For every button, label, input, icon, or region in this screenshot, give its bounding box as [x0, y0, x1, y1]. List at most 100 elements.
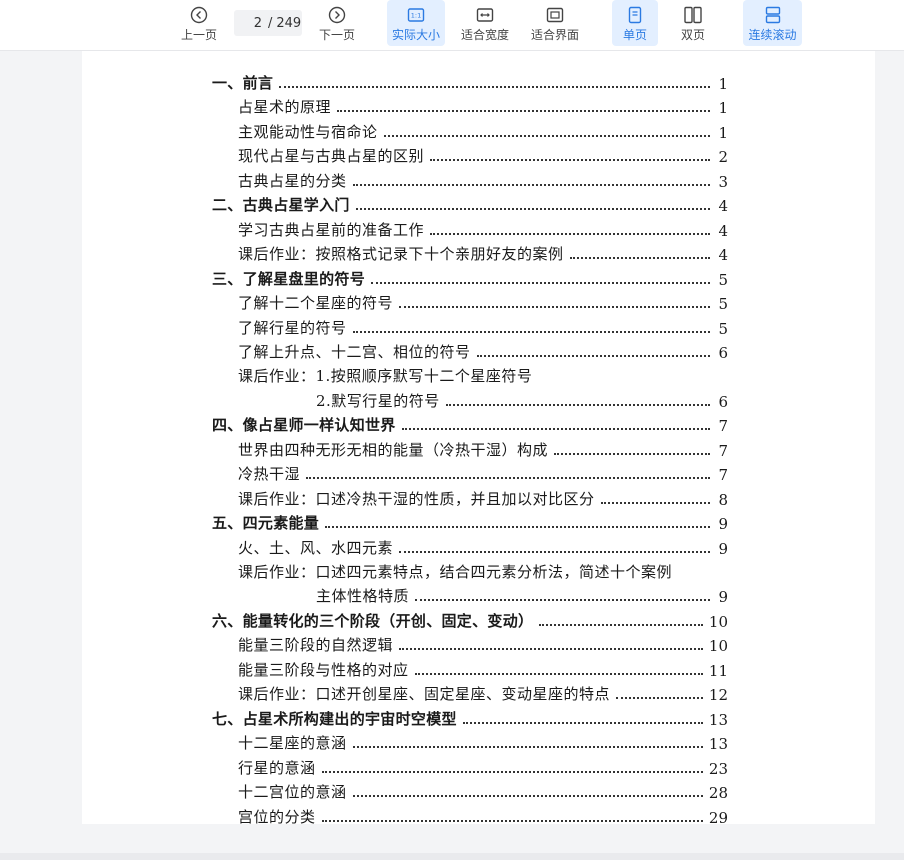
page-separator: /: [268, 15, 273, 31]
fit-width-label: 适合宽度: [460, 27, 509, 42]
toc-entry[interactable]: 能量三阶段与性格的对应 11: [238, 656, 728, 680]
toc-entry-page: 5: [718, 270, 728, 289]
toc-entry[interactable]: 一、前言 1: [212, 69, 728, 93]
toc-entry[interactable]: 世界由四种无形无相的能量（冷热干湿）构成 7: [238, 436, 728, 460]
toc-leader-dots: [399, 550, 710, 553]
toc-entry[interactable]: 占星术的原理 1: [238, 93, 728, 117]
toc-entry[interactable]: 五、四元素能量 9: [212, 509, 728, 533]
toc-entry[interactable]: 课后作业：口述四元素特点，结合四元素分析法，简述十个案例: [238, 558, 728, 582]
toc-entry-page: 13: [708, 710, 728, 729]
double-page-label: 双页: [680, 27, 705, 42]
toc-entry[interactable]: 课后作业：1.按照顺序默写十二个星座符号: [238, 362, 728, 386]
toc-entry-page: 10: [708, 612, 728, 631]
prev-page-label: 上一页: [180, 27, 217, 42]
toc-entry-title: 课后作业：口述四元素特点，结合四元素分析法，简述十个案例: [238, 563, 673, 581]
toc-entry[interactable]: 学习古典占星前的准备工作 4: [238, 216, 728, 240]
toc-entry[interactable]: 古典占星的分类 3: [238, 167, 728, 191]
toc-leader-dots: [600, 501, 710, 504]
toc-entry[interactable]: 十二星座的意涵 13: [238, 729, 728, 753]
next-page-label: 下一页: [318, 27, 355, 42]
next-page-button[interactable]: 下一页: [314, 0, 360, 46]
toc-entry-page: 7: [718, 417, 728, 436]
toc-entry[interactable]: 课后作业：口述冷热干湿的性质，并且加以对比区分 8: [238, 485, 728, 509]
toc-entry-title: 主观能动性与宿命论: [238, 122, 378, 141]
toc-entry-title: 七、占星术所构建出的宇宙时空模型: [212, 709, 457, 728]
toc-entry-page: 23: [708, 759, 728, 778]
toc-entry-title: 火、土、风、水四元素: [238, 538, 394, 557]
continuous-scroll-button[interactable]: 连续滚动: [743, 0, 802, 46]
toc-entry-page: 3: [718, 172, 728, 191]
toc-entry-page: 7: [718, 466, 728, 485]
toc-entry[interactable]: 二、古典占星学入门 4: [212, 191, 728, 215]
toc-entry-title: 宫位的分类: [238, 807, 316, 825]
toc-entry[interactable]: 六、能量转化的三个阶段（开创、固定、变动） 10: [212, 607, 728, 631]
toc-entry-title: 行星的意涵: [238, 758, 316, 777]
toc-entry[interactable]: 能量三阶段的自然逻辑 10: [238, 631, 728, 655]
toc-entry[interactable]: 了解行星的符号 5: [238, 314, 728, 338]
actual-size-button[interactable]: 1:1 实际大小: [387, 0, 445, 46]
actual-size-icon: 1:1: [407, 7, 425, 22]
toc-entry-title: 三、了解星盘里的符号: [212, 269, 366, 288]
toc-entry-page: 5: [718, 319, 728, 338]
toc-leader-dots: [352, 795, 703, 798]
toc-entry-title: 古典占星的分类: [238, 171, 347, 190]
toc-entry[interactable]: 了解上升点、十二宫、相位的符号 6: [238, 338, 728, 362]
toc-leader-dots: [401, 428, 710, 431]
toc-leader-dots: [462, 721, 703, 724]
toc-entry-page: 6: [718, 392, 728, 411]
toc-leader-dots: [325, 526, 710, 529]
single-page-label: 单页: [622, 27, 647, 42]
toc-entry-title: 十二宫位的意涵: [238, 783, 347, 802]
chevron-left-circle-icon: [190, 6, 208, 23]
toc-entry[interactable]: 现代占星与古典占星的区别 2: [238, 142, 728, 166]
toc-entry-title: 冷热干湿: [238, 465, 301, 484]
toc-entry-title: 二、古典占星学入门: [212, 196, 350, 215]
toc-entry[interactable]: 了解十二个星座的符号 5: [238, 289, 728, 313]
toc-entry-title: 能量三阶段与性格的对应: [238, 660, 409, 679]
toc-entry[interactable]: 四、像占星师一样认知世界 7: [212, 411, 728, 435]
toc-entry[interactable]: 宫位的分类 29: [238, 803, 728, 825]
toc-leader-dots: [337, 110, 710, 113]
toc-entry[interactable]: 冷热干湿 7: [238, 460, 728, 484]
toc-leader-dots: [430, 232, 710, 235]
toc-entry[interactable]: 课后作业：按照格式记录下十个亲朋好友的案例 4: [238, 240, 728, 264]
toc-leader-dots: [321, 819, 703, 822]
toc-leader-dots: [445, 403, 710, 406]
toc-entry-title: 主体性格特质: [316, 587, 410, 606]
toc-entry[interactable]: 课后作业：口述开创星座、固定星座、变动星座的特点 12: [238, 680, 728, 704]
page-current-input[interactable]: 2: [234, 16, 268, 31]
toc-entry-page: 9: [718, 588, 728, 607]
toc-entry-page: 1: [718, 99, 728, 118]
toc-entry-title: 六、能量转化的三个阶段（开创、固定、变动）: [212, 611, 534, 630]
fit-page-button[interactable]: 适合界面: [526, 0, 584, 46]
toc-entry-title: 课后作业：口述冷热干湿的性质，并且加以对比区分: [238, 489, 595, 508]
toc-entry-title: 2.默写行星的符号: [316, 391, 440, 410]
toc-leader-dots: [352, 183, 710, 186]
toc-entry-title: 课后作业：口述开创星座、固定星座、变动星座的特点: [238, 685, 611, 704]
toc-entry-title: 能量三阶段的自然逻辑: [238, 636, 394, 655]
toc-entry-page: 4: [718, 197, 728, 216]
toc-entry[interactable]: 主体性格特质 9: [316, 582, 728, 606]
fit-width-button[interactable]: 适合宽度: [456, 0, 514, 46]
toc-leader-dots: [306, 477, 710, 480]
fit-page-icon: [546, 7, 564, 22]
horizontal-scrollbar[interactable]: [0, 853, 904, 860]
document-page: 一、前言 1 占星术的原理 1 主观能动性与宿命论 1 现代占星与古典占星的区别 2 古典占星的…: [82, 51, 875, 824]
toc-entry[interactable]: 2.默写行星的符号 6: [316, 387, 728, 411]
single-page-button[interactable]: 单页: [612, 0, 658, 46]
toc-entry[interactable]: 火、土、风、水四元素 9: [238, 534, 728, 558]
toc-entry[interactable]: 主观能动性与宿命论 1: [238, 118, 728, 142]
page-number-box[interactable]: 2 / 249: [234, 10, 302, 36]
toc-entry-page: 1: [718, 75, 728, 93]
toc-entry[interactable]: 三、了解星盘里的符号 5: [212, 265, 728, 289]
toc-entry[interactable]: 七、占星术所构建出的宇宙时空模型 13: [212, 705, 728, 729]
toc-entry[interactable]: 行星的意涵 23: [238, 754, 728, 778]
continuous-scroll-label: 连续滚动: [748, 27, 797, 42]
toc-leader-dots: [279, 86, 710, 88]
prev-page-button[interactable]: 上一页: [176, 0, 222, 46]
toc-entry[interactable]: 十二宫位的意涵 28: [238, 778, 728, 802]
double-page-button[interactable]: 双页: [670, 0, 716, 46]
toc-leader-dots: [355, 208, 710, 211]
toc-entry-title: 课后作业：按照格式记录下十个亲朋好友的案例: [238, 245, 564, 264]
toc-leader-dots: [352, 330, 710, 333]
